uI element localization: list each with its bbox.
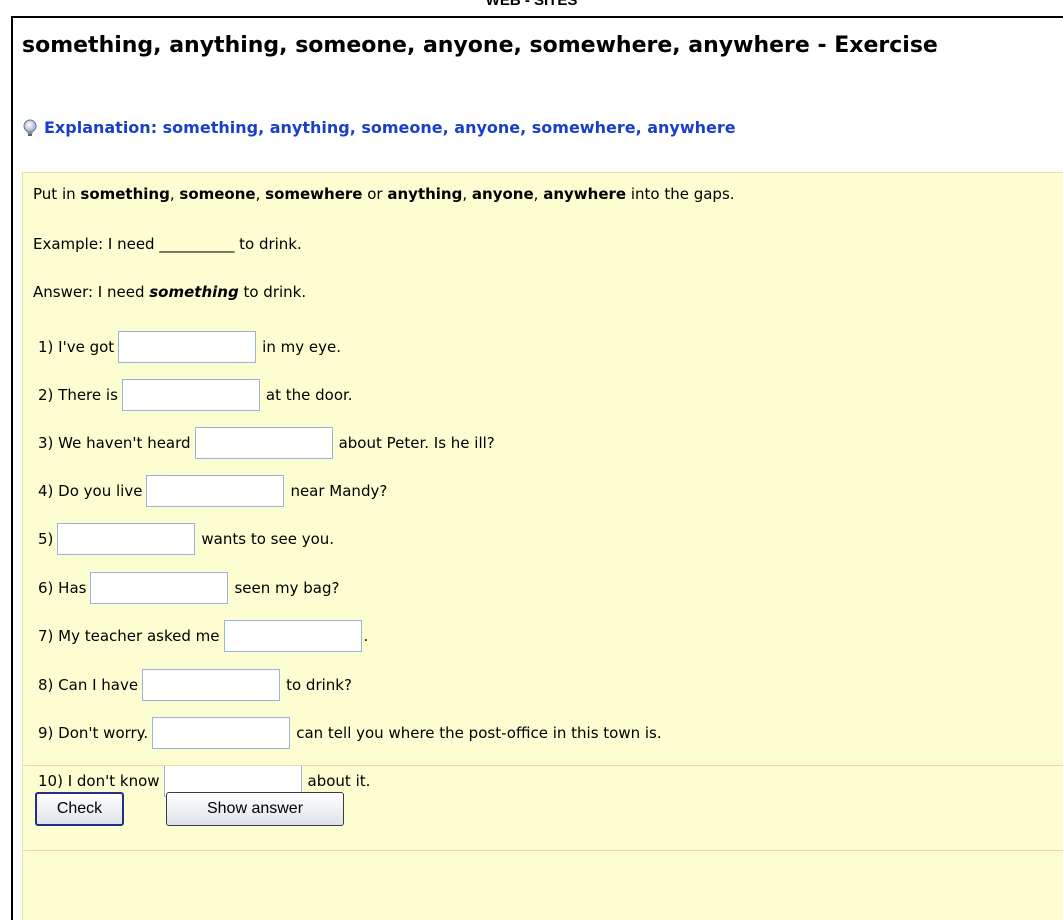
- question-row: 3) We haven't heard about Peter. Is he il…: [38, 426, 495, 460]
- question-text-after: about it.: [307, 772, 371, 790]
- top-caption: WEB - SITES: [0, 0, 1063, 8]
- answer-input-8[interactable]: [142, 669, 281, 701]
- question-text-after: at the door.: [265, 386, 353, 404]
- question-row: 4) Do you live near Mandy?: [38, 474, 387, 508]
- question-text-before: 6) Has: [38, 579, 87, 597]
- question-text-before: 4) Do you live: [38, 482, 143, 500]
- question-text-after: near Mandy?: [290, 482, 388, 500]
- instructions-text: Put in something, someone, somewhere or …: [33, 185, 735, 203]
- question-text-before: 3) We haven't heard: [38, 434, 191, 452]
- question-text-after: seen my bag?: [234, 579, 340, 597]
- explanation-link-text: Explanation: something, anything, someon…: [44, 118, 736, 137]
- question-text-before: 1) I've got: [38, 338, 115, 356]
- answer-input-1[interactable]: [118, 331, 257, 363]
- question-row: 5) wants to see you.: [38, 522, 334, 556]
- answer-input-4[interactable]: [146, 475, 285, 507]
- answer-input-2[interactable]: [121, 379, 260, 411]
- question-row: 8) Can I have to drink?: [38, 668, 352, 702]
- answer-input-7[interactable]: [223, 620, 362, 652]
- question-row: 9) Don't worry. can tell you where the po…: [38, 716, 662, 750]
- question-text-after: to drink?: [286, 676, 352, 694]
- page-title: something, anything, someone, anyone, so…: [22, 33, 938, 58]
- divider: [22, 850, 1063, 851]
- question-row: 2) There is at the door.: [38, 378, 353, 412]
- answer-text: Answer: I need something to drink.: [33, 283, 307, 301]
- question-text-after: about Peter. Is he ill?: [338, 434, 495, 452]
- question-text-after: in my eye.: [262, 338, 341, 356]
- question-text-after: can tell you where the post-office in th…: [296, 724, 662, 742]
- question-text-before: 7) My teacher asked me: [38, 627, 220, 645]
- question-text-before: 2) There is: [38, 386, 118, 404]
- question-text-after: wants to see you.: [201, 530, 335, 548]
- divider: [22, 765, 1063, 766]
- check-button[interactable]: Check: [35, 792, 124, 826]
- answer-input-9[interactable]: [152, 717, 291, 749]
- answer-input-5[interactable]: [57, 523, 196, 555]
- question-text-before: 10) I don't know: [38, 772, 160, 790]
- lightbulb-icon: [23, 119, 37, 136]
- explanation-link[interactable]: Explanation: something, anything, someon…: [22, 118, 736, 137]
- question-row: 1) I've got in my eye.: [38, 330, 341, 364]
- example-text: Example: I need __________ to drink.: [33, 235, 302, 253]
- question-text-after: .: [363, 627, 369, 645]
- question-text-before: 5): [38, 530, 54, 548]
- show-answer-button[interactable]: Show answer: [166, 792, 344, 826]
- answer-input-3[interactable]: [194, 427, 333, 459]
- question-text-before: 9) Don't worry.: [38, 724, 149, 742]
- question-text-before: 8) Can I have: [38, 676, 139, 694]
- question-row: 6) Has seen my bag?: [38, 571, 339, 605]
- question-row: 7) My teacher asked me.: [38, 619, 368, 653]
- answer-input-6[interactable]: [90, 572, 229, 604]
